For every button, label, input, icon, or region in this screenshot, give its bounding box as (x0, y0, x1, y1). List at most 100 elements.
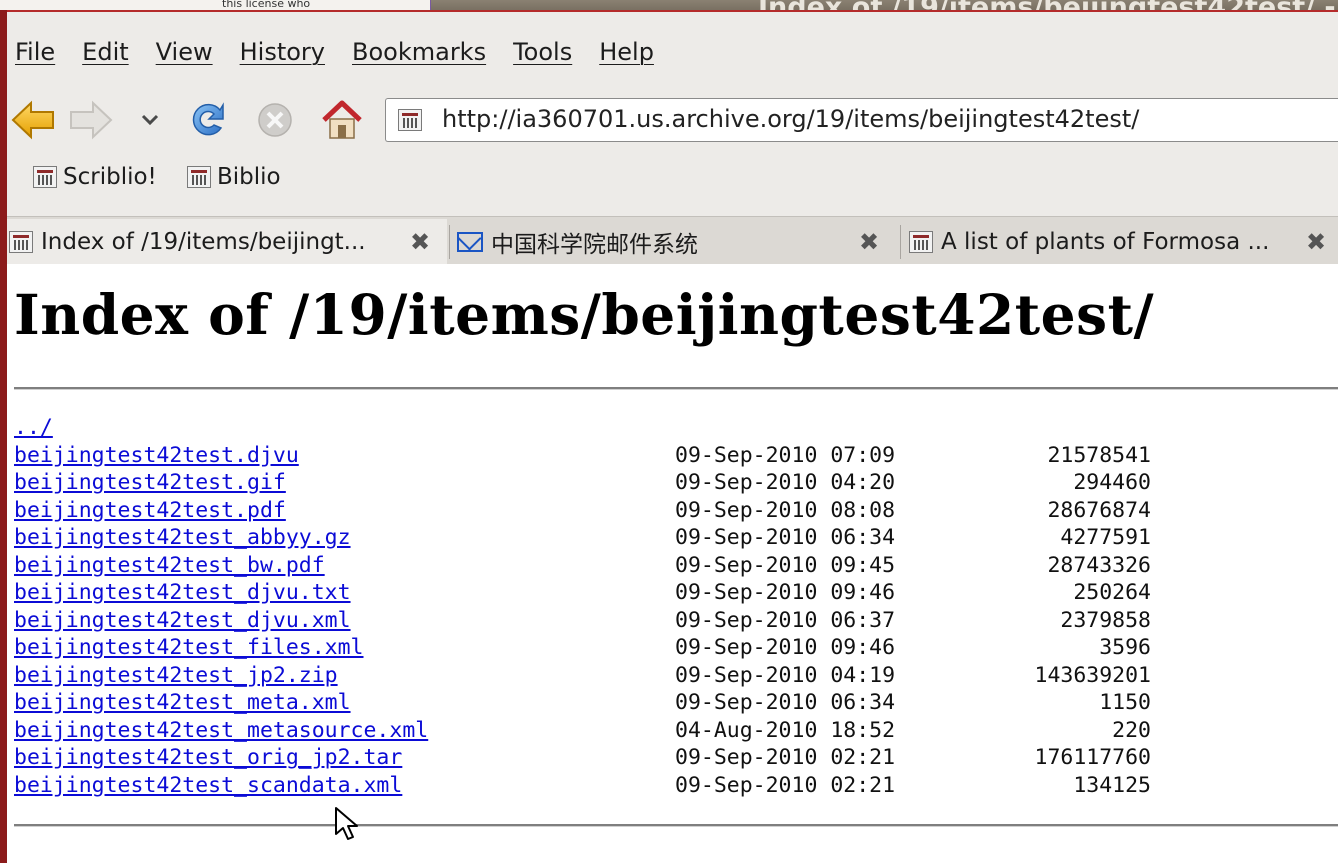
file-link[interactable]: beijingtest42test_djvu.xml (14, 608, 351, 633)
file-link[interactable]: beijingtest42test_meta.xml (14, 690, 351, 715)
tab-plants-formosa[interactable]: A list of plants of Formosa ... ✖ (903, 219, 1338, 265)
menu-file[interactable]: File (15, 38, 55, 66)
bookmark-biblio[interactable]: Biblio (187, 164, 281, 190)
table-row: beijingtest42test_meta.xml 09-Sep-2010 06… (14, 690, 1334, 718)
tab-favicon (9, 231, 33, 253)
file-date: 09-Sep-2010 09:46 (675, 635, 896, 660)
file-link[interactable]: beijingtest42test_scandata.xml (14, 773, 402, 798)
file-date: 09-Sep-2010 09:45 (675, 552, 896, 578)
menu-history[interactable]: History (240, 38, 325, 66)
menu-bookmarks[interactable]: Bookmarks (352, 38, 486, 66)
file-date: 09-Sep-2010 08:08 (675, 497, 896, 523)
file-size: 2379858 (1060, 607, 1151, 633)
file-link[interactable]: beijingtest42test_files.xml (14, 635, 364, 660)
file-size: 28743326 (1047, 552, 1151, 578)
file-size: 143639201 (1034, 662, 1152, 688)
table-row: beijingtest42test_bw.pdf 09-Sep-2010 09:4… (14, 553, 1334, 581)
file-size: 21578541 (1047, 442, 1151, 468)
back-arrow-icon (11, 100, 54, 140)
file-rows: beijingtest42test.djvu 09-Sep-2010 07:09 2… (14, 443, 1334, 801)
close-tab-icon[interactable]: ✖ (407, 229, 433, 255)
file-link[interactable]: beijingtest42test_orig_jp2.tar (14, 745, 402, 770)
tab-index-of[interactable]: Index of /19/items/beijingt... ✖ (7, 219, 447, 265)
file-date: 09-Sep-2010 06:34 (675, 525, 896, 550)
url-text[interactable]: http://ia360701.us.archive.org/19/items/… (442, 105, 1139, 133)
file-link[interactable]: beijingtest42test_jp2.zip (14, 663, 338, 688)
file-date: 09-Sep-2010 07:09 (675, 442, 896, 468)
file-date: 09-Sep-2010 09:46 (675, 580, 896, 605)
file-size: 294460 (1073, 470, 1151, 495)
close-tab-icon[interactable]: ✖ (856, 229, 882, 255)
table-row: beijingtest42test_djvu.txt 09-Sep-2010 09… (14, 580, 1334, 608)
table-row: beijingtest42test_files.xml 09-Sep-2010 0… (14, 635, 1334, 663)
mail-icon (457, 232, 483, 252)
file-date: 09-Sep-2010 06:37 (675, 607, 896, 633)
bookmark-label: Biblio (217, 164, 281, 190)
tab-strip: Index of /19/items/beijingt... ✖ 中国科学院邮件… (7, 216, 1338, 265)
reload-icon (192, 102, 224, 136)
file-size: 220 (1112, 717, 1151, 743)
file-link[interactable]: beijingtest42test_metasource.xml (14, 718, 428, 743)
tab-favicon (909, 231, 933, 253)
file-size: 176117760 (1034, 745, 1152, 770)
table-row: beijingtest42test.pdf 09-Sep-2010 08:08 28… (14, 498, 1334, 526)
close-tab-icon[interactable]: ✖ (1303, 229, 1329, 255)
forward-button[interactable] (65, 94, 117, 146)
history-dropdown-button[interactable] (135, 94, 165, 146)
file-link[interactable]: beijingtest42test.gif (14, 470, 286, 495)
menu-help[interactable]: Help (599, 38, 654, 66)
tab-label: Index of /19/items/beijingt... (41, 229, 366, 255)
file-link[interactable]: beijingtest42test.djvu (14, 443, 299, 468)
file-size: 28676874 (1047, 497, 1151, 523)
file-size: 134125 (1073, 772, 1151, 798)
tab-separator (900, 225, 901, 259)
file-date: 09-Sep-2010 02:21 (675, 772, 896, 798)
menu-view[interactable]: View (156, 38, 213, 66)
menubar: File Edit View History Bookmarks Tools Help (7, 38, 673, 78)
file-date: 09-Sep-2010 04:20 (675, 470, 896, 495)
stop-icon (258, 103, 292, 137)
bookmark-scriblio[interactable]: Scriblio! (33, 164, 157, 190)
file-date: 09-Sep-2010 06:34 (675, 690, 896, 715)
stop-button[interactable] (253, 94, 297, 146)
dropdown-chevron-icon (141, 114, 159, 126)
file-date: 09-Sep-2010 02:21 (675, 745, 896, 770)
window-frame-left (0, 10, 7, 863)
menu-edit[interactable]: Edit (82, 38, 128, 66)
file-size: 1150 (1099, 690, 1151, 715)
file-link[interactable]: beijingtest42test_abbyy.gz (14, 525, 351, 550)
table-row: beijingtest42test_metasource.xml 04-Aug-2… (14, 718, 1334, 746)
home-button[interactable] (319, 94, 365, 146)
menu-tools[interactable]: Tools (513, 38, 572, 66)
list-item-parent: ../ (14, 415, 1334, 443)
file-link[interactable]: beijingtest42test.pdf (14, 498, 286, 523)
tab-mail[interactable]: 中国科学院邮件系统 ✖ (453, 219, 903, 265)
file-listing: ../ beijingtest42test.djvu 09-Sep-2010 07… (14, 415, 1334, 800)
bookmark-favicon (187, 166, 211, 188)
page-title: Index of /19/items/beijingtest42test/ (14, 282, 1155, 347)
mouse-cursor-icon (335, 807, 358, 840)
table-row: beijingtest42test.gif 09-Sep-2010 04:20 29… (14, 470, 1334, 498)
file-date: 09-Sep-2010 04:19 (675, 662, 896, 688)
file-date: 04-Aug-2010 18:52 (675, 717, 896, 743)
file-link[interactable]: beijingtest42test_bw.pdf (14, 553, 325, 578)
home-icon (322, 100, 362, 139)
file-link[interactable]: beijingtest42test_djvu.txt (14, 580, 351, 605)
divider-top (14, 387, 1338, 390)
navigation-toolbar: http://ia360701.us.archive.org/19/items/… (7, 94, 1338, 150)
bookmark-favicon (33, 166, 57, 188)
divider-bottom (14, 824, 1338, 827)
file-size: 250264 (1073, 580, 1151, 605)
parent-directory-link[interactable]: ../ (14, 415, 53, 440)
file-size: 4277591 (1060, 525, 1151, 550)
tab-label: 中国科学院邮件系统 (491, 232, 698, 258)
table-row: beijingtest42test.djvu 09-Sep-2010 07:09 2… (14, 443, 1334, 471)
reload-button[interactable] (185, 94, 229, 146)
background-window-text: this license who (222, 0, 311, 10)
url-bar[interactable]: http://ia360701.us.archive.org/19/items/… (385, 98, 1338, 142)
table-row: beijingtest42test_djvu.xml 09-Sep-2010 06… (14, 608, 1334, 636)
back-button[interactable] (7, 94, 59, 146)
forward-arrow-icon (70, 100, 113, 140)
tab-separator (449, 225, 450, 259)
table-row: beijingtest42test_abbyy.gz 09-Sep-2010 06… (14, 525, 1334, 553)
